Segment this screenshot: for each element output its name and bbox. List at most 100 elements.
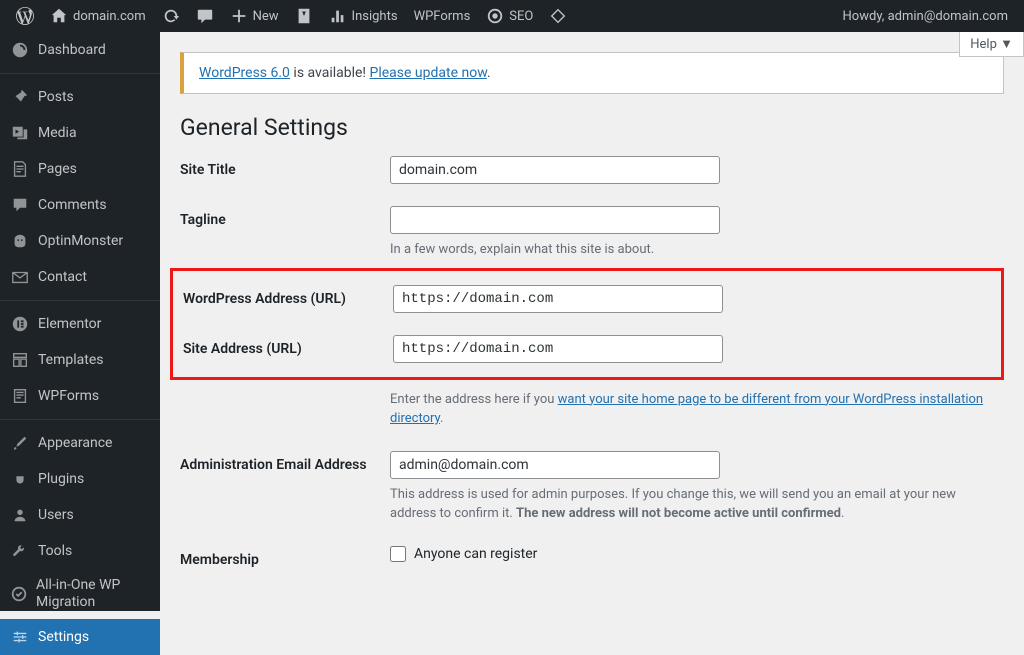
update-now-link[interactable]: Please update now <box>370 65 487 81</box>
wpforms-label: WPForms <box>414 9 471 24</box>
label-tagline: Tagline <box>180 206 390 260</box>
wordpress-icon <box>16 7 34 25</box>
diamond-icon <box>549 7 567 25</box>
refresh-button[interactable] <box>154 0 188 32</box>
wp-logo[interactable] <box>8 0 42 32</box>
seo-label: SEO <box>509 9 533 24</box>
sidebar-label: Comments <box>38 197 107 213</box>
main-content: Help ▼ WordPress 6.0 is available! Pleas… <box>160 32 1024 610</box>
desc-admin-email: This address is used for admin purposes.… <box>390 485 1004 524</box>
label-wp-url: WordPress Address (URL) <box>183 285 393 313</box>
sidebar-label: All-in-One WP Migration <box>36 577 150 611</box>
mail-icon <box>10 267 30 287</box>
sidebar-label: Pages <box>38 161 77 177</box>
update-notice: WordPress 6.0 is available! Please updat… <box>180 52 1004 94</box>
admin-bar: domain.com New Insights WPForms SEO Howd… <box>0 0 1024 32</box>
notice-mid: is available! <box>290 65 370 81</box>
row-wp-url: WordPress Address (URL) <box>183 285 991 313</box>
plug-icon <box>10 469 30 489</box>
yoast-button[interactable] <box>287 0 321 32</box>
label-site-url: Site Address (URL) <box>183 335 393 363</box>
sidebar-item-templates[interactable]: Templates <box>0 342 160 378</box>
label-site-title: Site Title <box>180 156 390 184</box>
comment-icon <box>196 7 214 25</box>
sidebar-item-users[interactable]: Users <box>0 497 160 533</box>
wrench-icon <box>10 541 30 561</box>
yoast-icon <box>295 7 313 25</box>
sidebar-item-contact[interactable]: Contact <box>0 259 160 295</box>
diamond-button[interactable] <box>541 0 575 32</box>
howdy-user[interactable]: Howdy, admin@domain.com <box>835 0 1016 32</box>
sidebar-label: Appearance <box>38 435 112 451</box>
sidebar-label: Users <box>38 507 74 523</box>
migration-icon <box>10 584 28 604</box>
help-button[interactable]: Help ▼ <box>959 32 1024 57</box>
sidebar-item-dashboard[interactable]: Dashboard <box>0 32 160 68</box>
input-admin-email[interactable] <box>390 451 720 479</box>
site-home[interactable]: domain.com <box>42 0 154 32</box>
comments-bubble[interactable] <box>188 0 222 32</box>
sidebar-label: Dashboard <box>38 42 106 58</box>
sidebar-item-posts[interactable]: Posts <box>0 79 160 115</box>
sidebar-label: Tools <box>38 543 72 559</box>
desc-tagline: In a few words, explain what this site i… <box>390 240 1004 260</box>
dashboard-icon <box>10 40 30 60</box>
sidebar-label: Posts <box>38 89 74 105</box>
input-tagline[interactable] <box>390 206 720 234</box>
row-admin-email: Administration Email Address This addres… <box>180 451 1004 524</box>
row-site-url-desc: Enter the address here if you want your … <box>180 384 1004 429</box>
new-button[interactable]: New <box>222 0 287 32</box>
input-site-title[interactable] <box>390 156 720 184</box>
admin-sidebar: Dashboard Posts Media Pages Comments Opt… <box>0 32 160 611</box>
sidebar-label: WPForms <box>38 388 99 404</box>
sidebar-item-tools[interactable]: Tools <box>0 533 160 569</box>
sidebar-item-optinmonster[interactable]: OptinMonster <box>0 223 160 259</box>
notice-suffix: . <box>487 65 491 81</box>
elementor-icon <box>10 314 30 334</box>
user-icon <box>10 505 30 525</box>
plus-icon <box>230 7 248 25</box>
sidebar-item-pages[interactable]: Pages <box>0 151 160 187</box>
seo-icon <box>486 7 504 25</box>
input-site-url[interactable] <box>393 335 723 363</box>
desc-site-url: Enter the address here if you want your … <box>390 390 1004 429</box>
membership-checkbox-label[interactable]: Anyone can register <box>390 546 1004 562</box>
sidebar-item-comments[interactable]: Comments <box>0 187 160 223</box>
sidebar-item-settings[interactable]: Settings <box>0 619 160 655</box>
sidebar-item-wpforms[interactable]: WPForms <box>0 378 160 414</box>
label-admin-email: Administration Email Address <box>180 451 390 524</box>
sidebar-item-plugins[interactable]: Plugins <box>0 461 160 497</box>
row-site-url: Site Address (URL) <box>183 335 991 363</box>
sidebar-label: Elementor <box>38 316 101 332</box>
insights-button[interactable]: Insights <box>321 0 406 32</box>
row-membership: Membership Anyone can register <box>180 546 1004 568</box>
wpforms-button[interactable]: WPForms <box>406 0 479 32</box>
bar-chart-icon <box>329 7 347 25</box>
sidebar-item-appearance[interactable]: Appearance <box>0 425 160 461</box>
templates-icon <box>10 350 30 370</box>
sidebar-label: Contact <box>38 269 87 285</box>
refresh-icon <box>162 7 180 25</box>
new-label: New <box>253 9 279 24</box>
label-membership: Membership <box>180 546 390 568</box>
media-icon <box>10 123 30 143</box>
sidebar-item-aio-migration[interactable]: All-in-One WP Migration <box>0 569 160 619</box>
home-icon <box>50 7 68 25</box>
checkbox-membership[interactable] <box>390 546 406 562</box>
wp-version-link[interactable]: WordPress 6.0 <box>199 65 290 81</box>
monster-icon <box>10 231 30 251</box>
sidebar-label: OptinMonster <box>38 233 123 249</box>
input-wp-url[interactable] <box>393 285 723 313</box>
sidebar-label: Media <box>38 125 77 141</box>
howdy-label: Howdy, admin@domain.com <box>843 9 1008 24</box>
sidebar-item-elementor[interactable]: Elementor <box>0 306 160 342</box>
page-icon <box>10 159 30 179</box>
sliders-icon <box>10 627 30 647</box>
sidebar-item-media[interactable]: Media <box>0 115 160 151</box>
seo-button[interactable]: SEO <box>478 0 541 32</box>
insights-label: Insights <box>352 9 398 24</box>
form-icon <box>10 386 30 406</box>
membership-chk-text: Anyone can register <box>414 546 537 562</box>
row-tagline: Tagline In a few words, explain what thi… <box>180 206 1004 260</box>
sidebar-label: Templates <box>38 352 104 368</box>
